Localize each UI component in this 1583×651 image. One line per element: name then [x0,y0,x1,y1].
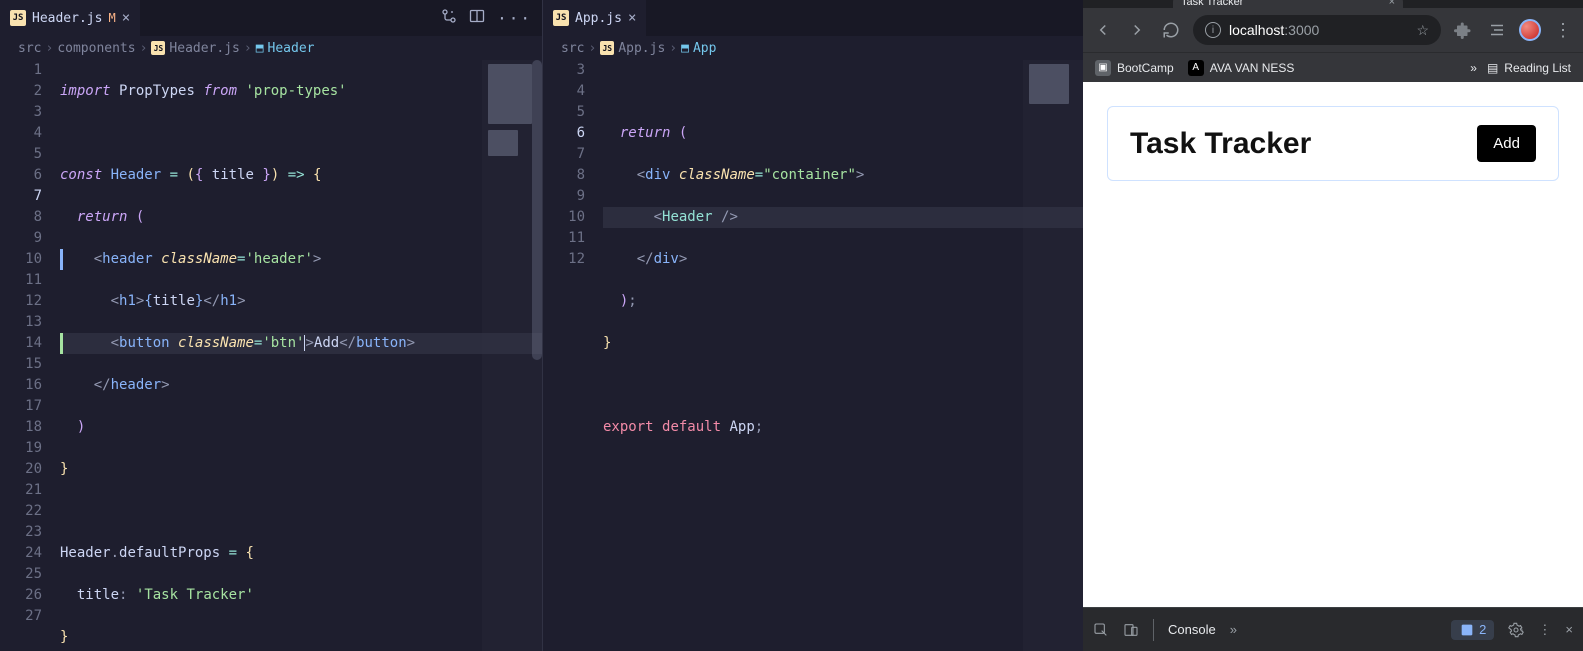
close-icon[interactable]: × [122,10,130,26]
editor-pane-right: JS App.js × src› JS App.js› ⬒ App 345678… [542,0,1083,651]
device-toolbar-icon[interactable] [1123,622,1139,638]
js-file-icon: JS [151,41,165,55]
breadcrumb[interactable]: src› components› JS Header.js› ⬒ Header [0,36,542,60]
breadcrumb-seg[interactable]: src [18,41,41,56]
vscode-window: JS Header.js M × ··· src› components› JS… [0,0,1083,651]
bookmarks-overflow-icon[interactable]: » [1470,61,1477,75]
reading-list-icon: ▤ [1487,61,1498,75]
profile-avatar[interactable] [1519,19,1541,41]
symbol-icon: ⬒ [256,41,264,56]
divider [1153,619,1154,641]
folder-icon: ▣ [1095,60,1111,76]
site-icon: A [1188,60,1204,76]
breadcrumb-seg[interactable]: src [561,41,584,56]
browser-tab-strip: Task Tracker × [1083,0,1583,8]
reading-list-button[interactable]: ▤Reading List [1487,61,1571,75]
line-gutter: 3456789101112 [543,60,603,651]
js-file-icon: JS [10,10,26,26]
back-button[interactable] [1091,18,1115,42]
bookmark-star-icon[interactable]: ☆ [1416,22,1429,39]
inspect-element-icon[interactable] [1093,622,1109,638]
close-icon[interactable]: × [1389,0,1395,8]
devtools-settings-icon[interactable] [1508,622,1524,638]
extensions-icon[interactable] [1451,18,1475,42]
tab-label: App.js [575,11,622,26]
site-info-icon[interactable]: i [1205,22,1221,38]
browser-toolbar: i localhost:3000 ☆ ⋮ [1083,8,1583,52]
symbol-icon: ⬒ [681,41,689,56]
code-body[interactable]: import PropTypes from 'prop-types' const… [60,60,542,651]
console-issue-badge[interactable]: 2 [1451,620,1494,640]
scrollbar[interactable] [532,60,542,651]
code-body[interactable]: return ( <div className="container"> <He… [603,60,1083,651]
more-actions-icon[interactable]: ··· [497,9,532,28]
bookmark-bootcamp[interactable]: ▣BootCamp [1095,60,1174,76]
app-container: Task Tracker Add [1107,106,1559,181]
code-editor[interactable]: 1234567891011121314151617181920212223242… [0,60,542,651]
split-editor-icon[interactable] [469,8,485,28]
address-bar[interactable]: i localhost:3000 ☆ [1193,15,1441,45]
breadcrumb-seg[interactable]: App.js [618,41,665,56]
breadcrumb-seg[interactable]: components [57,41,135,56]
tab-app-js[interactable]: JS App.js × [543,0,646,36]
bookmark-ava[interactable]: AAVA VAN NESS [1188,60,1295,76]
compare-changes-icon[interactable] [441,8,457,28]
browser-tab[interactable]: Task Tracker × [1173,0,1403,8]
reload-button[interactable] [1159,18,1183,42]
minimap[interactable] [1023,60,1083,651]
tab-header-js[interactable]: JS Header.js M × [0,0,140,36]
editor-pane-left: JS Header.js M × ··· src› components› JS… [0,0,542,651]
browser-tab-title: Task Tracker [1181,0,1243,8]
breadcrumb-symbol[interactable]: Header [268,41,315,56]
devtools-close-icon[interactable]: × [1565,622,1573,637]
tab-dirty-badge: M [108,11,115,25]
devtools-bar: Console » 2 ⋮ × [1083,607,1583,651]
forward-button[interactable] [1125,18,1149,42]
breadcrumb-symbol[interactable]: App [693,41,716,56]
breadcrumb-seg[interactable]: Header.js [169,41,239,56]
tab-bar: JS Header.js M × ··· [0,0,542,36]
chrome-menu-icon[interactable]: ⋮ [1551,18,1575,42]
tab-label: Header.js [32,11,102,26]
js-file-icon: JS [600,41,614,55]
devtools-menu-icon[interactable]: ⋮ [1538,622,1551,638]
breadcrumb[interactable]: src› JS App.js› ⬒ App [543,36,1083,60]
js-file-icon: JS [553,10,569,26]
app-heading: Task Tracker [1130,127,1311,161]
browser-window: Task Tracker × i localhost:3000 ☆ ⋮ ▣Boo… [1083,0,1583,651]
add-button[interactable]: Add [1477,125,1536,162]
code-editor[interactable]: 3456789101112 return ( <div className="c… [543,60,1083,651]
page-viewport: Task Tracker Add [1083,82,1583,607]
devtools-tab-console[interactable]: Console [1168,622,1216,637]
bookmarks-bar: ▣BootCamp AAVA VAN NESS » ▤Reading List [1083,52,1583,82]
tab-bar: JS App.js × [543,0,1083,36]
url-path: :3000 [1284,22,1319,38]
more-tabs-icon[interactable]: » [1230,622,1237,637]
close-icon[interactable]: × [628,10,636,26]
line-gutter: 1234567891011121314151617181920212223242… [0,60,60,651]
side-panel-icon[interactable] [1485,18,1509,42]
url-host: localhost [1229,22,1284,38]
